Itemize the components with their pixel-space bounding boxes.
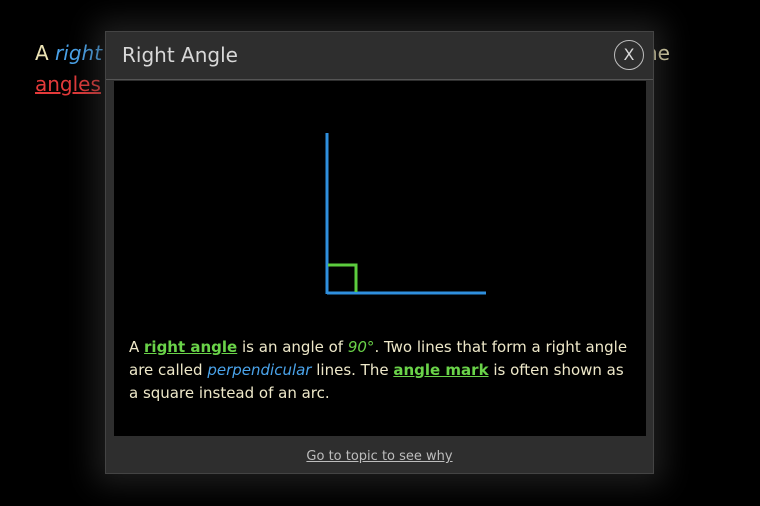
definition-text: A right angle is an angle of 90°. Two li…	[129, 336, 629, 405]
right-angle-term-link[interactable]: right angle	[144, 338, 237, 356]
modal-title: Right Angle	[122, 43, 238, 67]
perpendicular-term: perpendicular	[207, 361, 312, 379]
close-button[interactable]: X	[614, 40, 644, 70]
go-to-topic-link[interactable]: Go to topic to see why	[106, 449, 653, 464]
background-prefix: A	[35, 41, 56, 65]
modal-body: A right angle is an angle of 90°. Two li…	[114, 81, 646, 436]
angle-measure: 90°	[347, 338, 375, 356]
angle-mark-term-link[interactable]: angle mark	[393, 361, 488, 379]
background-angles-link[interactable]: angles	[35, 72, 101, 96]
page: A right a he angles Right Angle X A righ…	[0, 0, 760, 506]
definition-modal: Right Angle X A right angle is an angle …	[105, 31, 654, 474]
modal-divider	[106, 79, 653, 80]
desc-part: A	[129, 338, 145, 356]
right-angle-mark	[328, 263, 358, 292]
background-line-2: angles	[35, 69, 101, 100]
desc-part: lines. The	[311, 361, 394, 379]
desc-part: is an angle of	[237, 338, 348, 356]
right-angle-figure	[325, 133, 486, 295]
